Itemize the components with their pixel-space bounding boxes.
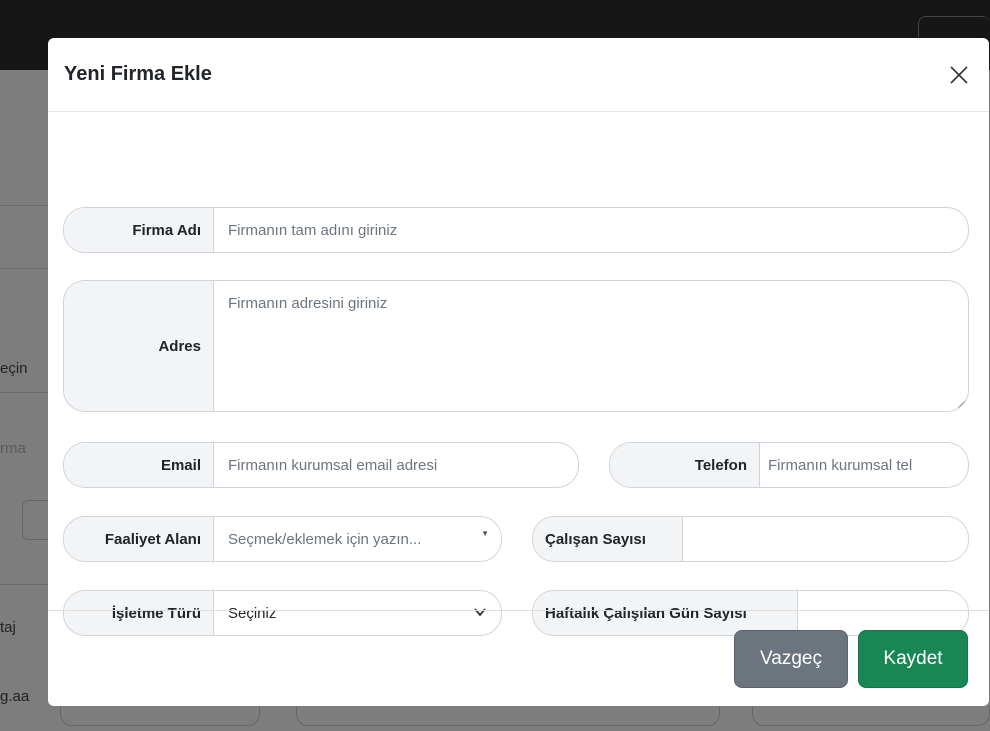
address-textarea[interactable]: Firmanın adresini giriniz — [214, 281, 968, 411]
background-divider — [0, 392, 52, 393]
employee-count-input[interactable] — [683, 517, 968, 561]
activity-area-group: Faaliyet Alanı Seçmek/eklemek için yazın… — [63, 516, 502, 562]
close-icon — [950, 66, 968, 84]
background-field — [60, 706, 260, 726]
modal-body: Firma Adı Firmanın tam adını giriniz Adr… — [48, 112, 989, 636]
background-field — [752, 706, 990, 726]
background-field — [296, 706, 720, 726]
address-group: Adres Firmanın adresini giriniz — [63, 280, 969, 412]
address-placeholder: Firmanın adresini giriniz — [228, 295, 388, 312]
email-label: Email — [64, 443, 214, 487]
background-text: taj — [0, 619, 16, 636]
activity-area-placeholder: Seçmek/eklemek için yazın... — [228, 530, 422, 548]
company-name-group: Firma Adı Firmanın tam adını giriniz — [63, 207, 969, 253]
email-group: Email Firmanın kurumsal email adresi — [63, 442, 579, 488]
phone-input[interactable]: Firmanın kurumsal tel — [760, 443, 968, 487]
save-button[interactable]: Kaydet — [858, 630, 968, 688]
background-text: rma — [0, 440, 26, 457]
phone-group: Telefon Firmanın kurumsal tel — [609, 442, 969, 488]
modal-title: Yeni Firma Ekle — [64, 63, 212, 85]
cancel-button[interactable]: Vazgeç — [734, 630, 848, 688]
background-text: eçin — [0, 360, 28, 377]
email-input[interactable]: Firmanın kurumsal email adresi — [214, 443, 578, 487]
company-name-label: Firma Adı — [64, 208, 214, 252]
dropdown-caret-icon: ▼ — [481, 529, 489, 538]
employee-count-label: Çalışan Sayısı — [533, 517, 683, 561]
employee-count-group: Çalışan Sayısı — [532, 516, 969, 562]
company-name-input[interactable]: Firmanın tam adını giriniz — [214, 208, 968, 252]
phone-label: Telefon — [610, 443, 760, 487]
activity-area-select[interactable]: Seçmek/eklemek için yazın... ▼ — [214, 517, 501, 561]
background-divider — [0, 584, 52, 585]
background-text: g.aa — [0, 688, 30, 705]
background-divider — [0, 205, 52, 206]
background-divider — [0, 268, 52, 269]
add-company-modal: Yeni Firma Ekle Firma Adı Firmanın tam a… — [48, 38, 989, 706]
close-button[interactable] — [946, 62, 972, 88]
modal-header: Yeni Firma Ekle — [48, 38, 989, 112]
resize-handle-icon[interactable] — [957, 400, 965, 408]
address-label: Adres — [64, 281, 214, 411]
activity-area-label: Faaliyet Alanı — [64, 517, 214, 561]
